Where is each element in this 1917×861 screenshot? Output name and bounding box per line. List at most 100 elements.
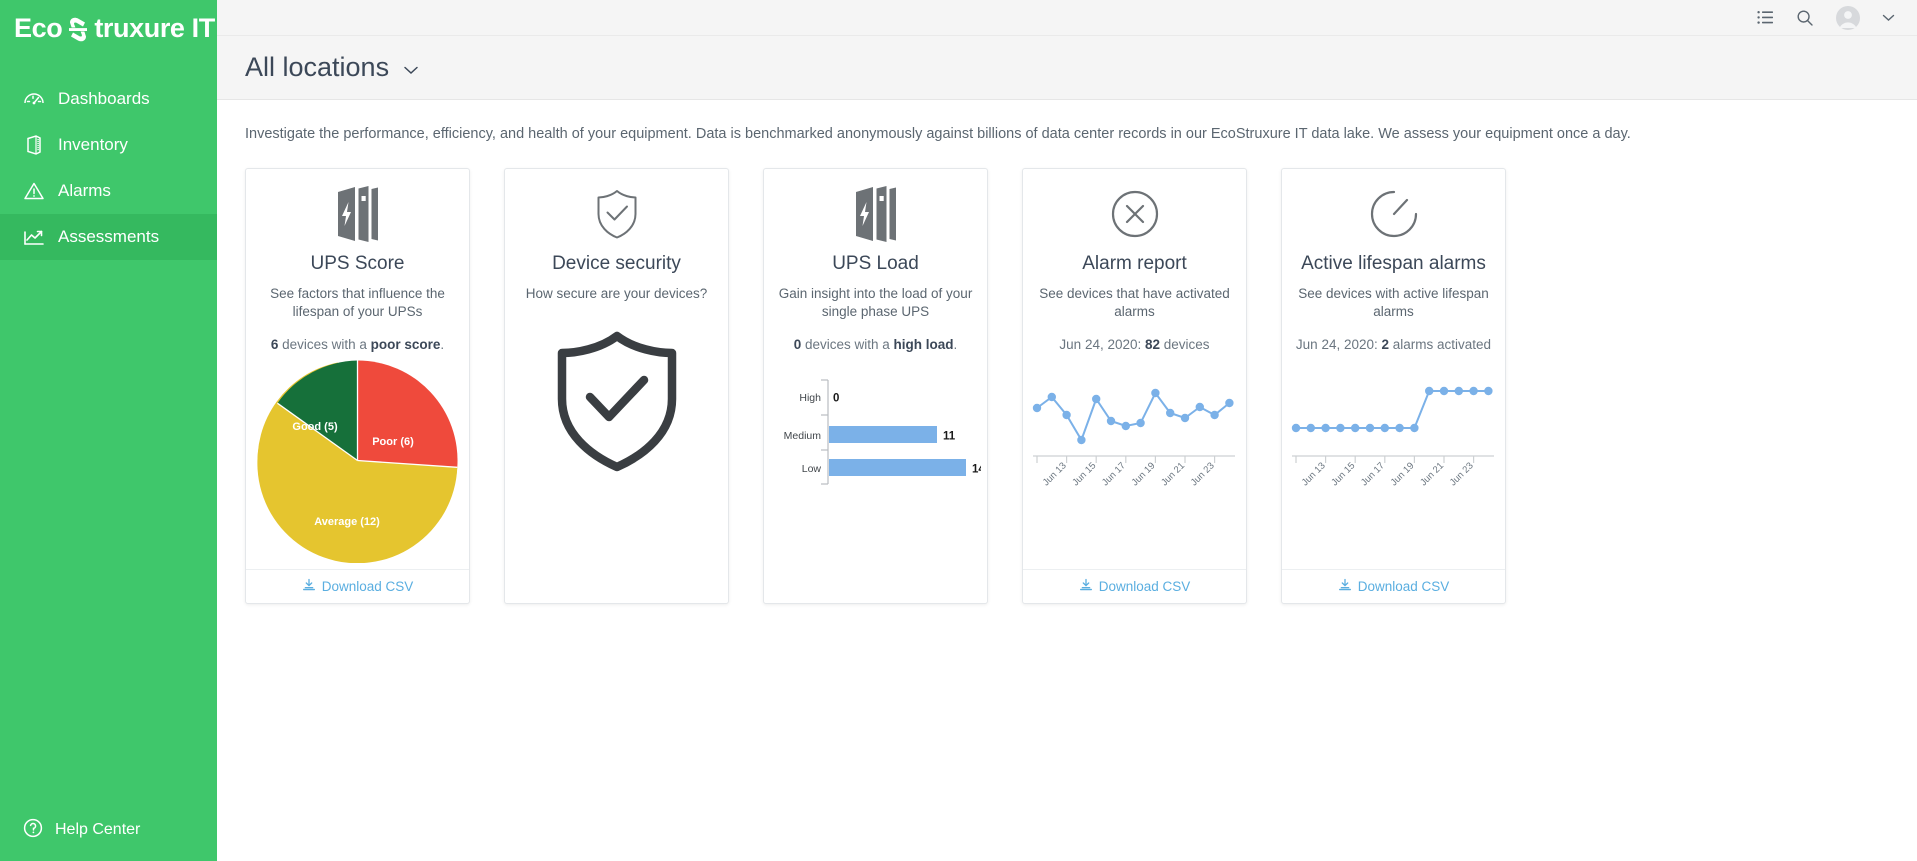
inventory-icon: [22, 133, 46, 157]
card-title: UPS Score: [246, 253, 469, 275]
bar-category-label: Medium: [783, 430, 821, 442]
x-tick-label: Jun 21: [1418, 461, 1446, 489]
bar-low: [829, 459, 966, 476]
sidebar-item-assessments[interactable]: Assessments: [0, 214, 217, 260]
bar-category-label: High: [799, 392, 821, 404]
sidebar-spacer: [0, 260, 217, 805]
sidebar-item-label: Assessments: [58, 227, 159, 247]
card-ups-score[interactable]: UPS Score See factors that influence the…: [245, 168, 470, 604]
download-csv-button[interactable]: Download CSV: [1023, 569, 1246, 603]
card-stat-post: alarms activated: [1389, 337, 1491, 352]
sidebar-item-help-center[interactable]: Help Center: [0, 805, 217, 855]
pie-slice-label-average: Average (12): [314, 516, 380, 528]
card-stat: 0 devices with a high load.: [764, 337, 987, 352]
download-csv-label: Download CSV: [1099, 579, 1191, 594]
sidebar-item-dashboards[interactable]: Dashboards: [0, 76, 217, 122]
alarm-report-line-chart: Jun 13 Jun 15 Jun 17 Jun 19 Jun 21 Jun 2…: [1023, 358, 1246, 508]
download-csv-button[interactable]: Download CSV: [246, 569, 469, 603]
download-csv-label: Download CSV: [322, 579, 414, 594]
list-view-icon[interactable]: [1757, 10, 1774, 25]
top-bar: [217, 0, 1917, 36]
card-device-security[interactable]: Device security How secure are your devi…: [504, 168, 729, 604]
location-dropdown-chevron-down-icon[interactable]: [403, 61, 419, 75]
download-icon: [1338, 578, 1352, 595]
x-tick-label: Jun 15: [1329, 461, 1357, 489]
card-stat-post: devices: [1160, 337, 1210, 352]
page-header: All locations: [217, 36, 1917, 100]
help-circle-icon: [22, 817, 44, 844]
card-chart-body: Jun 13 Jun 15 Jun 17 Jun 19 Jun 21 Jun 2…: [1282, 352, 1505, 569]
assessments-icon: [22, 225, 46, 249]
card-stat-pre: Jun 24, 2020:: [1296, 337, 1382, 352]
card-subtitle: See devices with active lifespan alarms: [1282, 285, 1505, 321]
logo-mark-icon: [63, 16, 93, 43]
logo[interactable]: Eco truxure IT: [0, 0, 217, 56]
x-tick-label: Jun 23: [1448, 461, 1476, 489]
sidebar-item-label: Inventory: [58, 135, 128, 155]
page-title: All locations: [245, 52, 389, 83]
card-chart-body: Jun 13 Jun 15 Jun 17 Jun 19 Jun 21 Jun 2…: [1023, 352, 1246, 569]
sidebar-item-alarms[interactable]: Alarms: [0, 168, 217, 214]
sidebar-item-inventory[interactable]: Inventory: [0, 122, 217, 168]
x-tick-label: Jun 17: [1359, 461, 1387, 489]
bar-value-label: 11: [943, 431, 956, 443]
search-icon[interactable]: [1796, 9, 1814, 27]
assessment-cards: UPS Score See factors that influence the…: [217, 146, 1917, 604]
pie-slice-label-poor: Poor (6): [372, 436, 414, 448]
card-stat-post: .: [954, 337, 958, 352]
main-content: All locations Investigate the performanc…: [217, 0, 1917, 861]
x-tick-label: Jun 19: [1389, 461, 1417, 489]
card-stat: Jun 24, 2020: 82 devices: [1023, 337, 1246, 352]
download-icon: [1079, 578, 1093, 595]
card-stat-emph: poor score: [371, 337, 441, 352]
sidebar: Eco truxure IT: [0, 0, 217, 861]
card-stat-emph: high load: [894, 337, 954, 352]
app-root: Eco truxure IT: [0, 0, 1917, 861]
card-title: UPS Load: [764, 253, 987, 275]
card-title: Active lifespan alarms: [1282, 253, 1505, 275]
pie-slice-label-good: Good (5): [292, 421, 338, 433]
bar-category-label: Low: [801, 463, 821, 475]
sidebar-nav: Dashboards Inventory: [0, 76, 217, 260]
card-ups-load[interactable]: UPS Load Gain insight into the load of y…: [763, 168, 988, 604]
card-subtitle: How secure are your devices?: [505, 285, 728, 303]
card-stat-emph: 2: [1382, 337, 1390, 352]
help-center-label: Help Center: [55, 821, 140, 839]
line-markers: [1292, 387, 1493, 432]
logo-text: Eco truxure IT: [14, 13, 215, 44]
x-tick-label: Jun 15: [1070, 461, 1098, 489]
bar-value-label: 0: [833, 393, 839, 405]
card-title: Alarm report: [1023, 253, 1246, 275]
download-icon: [302, 578, 316, 595]
logo-text-left: Eco: [14, 13, 62, 44]
chevron-down-icon[interactable]: [1882, 13, 1895, 22]
intro-text: Investigate the performance, efficiency,…: [217, 100, 1917, 146]
card-stat-emph: 82: [1145, 337, 1160, 352]
card-chart-body: Poor (6) Average (12) Good (5): [246, 352, 469, 569]
shield-check-icon: [505, 183, 728, 245]
card-subtitle: See factors that influence the lifespan …: [246, 285, 469, 321]
avatar[interactable]: [1836, 6, 1860, 30]
x-tick-label: Jun 19: [1130, 461, 1158, 489]
card-alarm-report[interactable]: Alarm report See devices that have activ…: [1022, 168, 1247, 604]
x-tick-label: Jun 21: [1159, 461, 1187, 489]
card-subtitle: Gain insight into the load of your singl…: [764, 285, 987, 321]
card-active-lifespan-alarms[interactable]: Active lifespan alarms See devices with …: [1281, 168, 1506, 604]
sidebar-item-label: Alarms: [58, 181, 111, 201]
card-stat-pre: Jun 24, 2020:: [1059, 337, 1145, 352]
sidebar-item-label: Dashboards: [58, 89, 150, 109]
clock-icon: [1282, 183, 1505, 245]
download-csv-button[interactable]: Download CSV: [1282, 569, 1505, 603]
bar-value-label: 14: [972, 464, 981, 476]
card-stat: Jun 24, 2020: 2 alarms activated: [1282, 337, 1505, 352]
card-subtitle: See devices that have activated alarms: [1023, 285, 1246, 321]
x-circle-icon: [1023, 183, 1246, 245]
ups-load-bar-chart: High 0 Medium 11 Low 14: [764, 376, 987, 491]
x-tick-label: Jun 23: [1189, 461, 1217, 489]
ups-device-icon: [764, 183, 987, 245]
x-tick-label: Jun 17: [1100, 461, 1128, 489]
card-stat-post: .: [440, 337, 444, 352]
security-shield-illustration: [505, 329, 728, 474]
download-csv-label: Download CSV: [1358, 579, 1450, 594]
x-tick-label: Jun 13: [1041, 461, 1069, 489]
